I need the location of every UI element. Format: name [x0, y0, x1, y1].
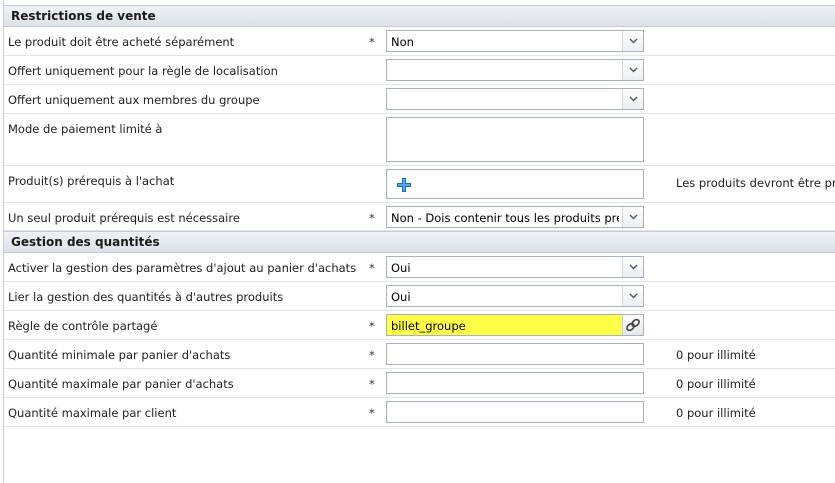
section-header-quantity-management: Gestion des quantités — [4, 231, 835, 253]
label-location-rule: Offert uniquement pour la règle de local… — [8, 64, 278, 78]
max-qty-client-input[interactable] — [386, 401, 644, 423]
chevron-down-icon[interactable] — [622, 89, 643, 109]
label-buy-separately: Le produit doit être acheté séparément — [8, 35, 235, 49]
single-prerequisite-select[interactable]: Non - Dois contenir tous les produits pr… — [386, 206, 644, 228]
required-mark: * — [369, 319, 375, 333]
link-quantities-value: Oui — [391, 290, 411, 304]
label-shared-control-rule: Règle de contrôle partagé — [8, 319, 158, 333]
prerequisite-note: Les produits devront être pré — [676, 176, 835, 190]
row-max-qty-cart: Quantité maximale par panier d'achats * … — [4, 369, 835, 398]
required-mark: * — [369, 35, 375, 49]
chevron-down-icon[interactable] — [622, 257, 643, 277]
required-mark: * — [369, 261, 375, 275]
row-enable-cart-params: Activer la gestion des paramètres d'ajou… — [4, 253, 835, 282]
shared-control-rule-value: billet_groupe — [391, 319, 466, 333]
min-qty-cart-note: 0 pour illimité — [676, 348, 756, 362]
label-link-quantities: Lier la gestion des quantités à d'autres… — [8, 290, 284, 304]
max-qty-client-note: 0 pour illimité — [676, 406, 756, 420]
label-single-prerequisite: Un seul produit prérequis est nécessaire — [8, 211, 240, 225]
max-qty-cart-input[interactable] — [386, 372, 644, 394]
chevron-down-icon[interactable] — [622, 207, 643, 227]
buy-separately-select[interactable]: Non — [386, 30, 644, 52]
add-product-button[interactable] — [396, 177, 412, 193]
prerequisite-products-box — [386, 169, 644, 199]
label-enable-cart-params: Activer la gestion des paramètres d'ajou… — [8, 261, 357, 275]
min-qty-cart-input[interactable] — [386, 343, 644, 365]
link-icon[interactable] — [622, 315, 643, 335]
label-min-qty-cart: Quantité minimale par panier d'achats — [8, 348, 231, 362]
label-payment-method: Mode de paiement limité à — [8, 122, 163, 136]
chevron-down-icon[interactable] — [622, 31, 643, 51]
required-mark: * — [369, 406, 375, 420]
product-form: Restrictions de vente Le produit doit êt… — [3, 0, 835, 483]
required-mark: * — [369, 348, 375, 362]
enable-cart-params-value: Oui — [391, 261, 411, 275]
row-max-qty-client: Quantité maximale par client * 0 pour il… — [4, 398, 835, 427]
chevron-down-icon[interactable] — [622, 286, 643, 306]
shared-control-rule-field[interactable]: billet_groupe — [386, 314, 644, 336]
row-location-rule: Offert uniquement pour la règle de local… — [4, 56, 835, 85]
label-max-qty-cart: Quantité maximale par panier d'achats — [8, 377, 234, 391]
row-prerequisite-products: Produit(s) prérequis à l'achat Les produ… — [4, 166, 835, 203]
row-single-prerequisite: Un seul produit prérequis est nécessaire… — [4, 203, 835, 231]
label-max-qty-client: Quantité maximale par client — [8, 406, 177, 420]
location-rule-select[interactable] — [386, 59, 644, 81]
row-buy-separately: Le produit doit être acheté séparément *… — [4, 27, 835, 56]
label-prerequisite-products: Produit(s) prérequis à l'achat — [8, 174, 175, 188]
row-shared-control-rule: Règle de contrôle partagé * billet_group… — [4, 311, 835, 340]
row-link-quantities: Lier la gestion des quantités à d'autres… — [4, 282, 835, 311]
group-members-select[interactable] — [386, 88, 644, 110]
link-quantities-select[interactable]: Oui — [386, 285, 644, 307]
row-group-members: Offert uniquement aux membres du groupe — [4, 85, 835, 114]
section-header-sale-restrictions: Restrictions de vente — [4, 5, 835, 27]
chevron-down-icon[interactable] — [622, 60, 643, 80]
row-min-qty-cart: Quantité minimale par panier d'achats * … — [4, 340, 835, 369]
required-mark: * — [369, 377, 375, 391]
enable-cart-params-select[interactable]: Oui — [386, 256, 644, 278]
row-payment-method: Mode de paiement limité à — [4, 114, 835, 166]
payment-method-list[interactable] — [386, 117, 644, 162]
max-qty-cart-note: 0 pour illimité — [676, 377, 756, 391]
buy-separately-value: Non — [391, 35, 414, 49]
single-prerequisite-value: Non - Dois contenir tous les produits pr… — [391, 211, 619, 225]
plus-icon — [397, 178, 411, 192]
label-group-members: Offert uniquement aux membres du groupe — [8, 93, 260, 107]
required-mark: * — [369, 211, 375, 225]
